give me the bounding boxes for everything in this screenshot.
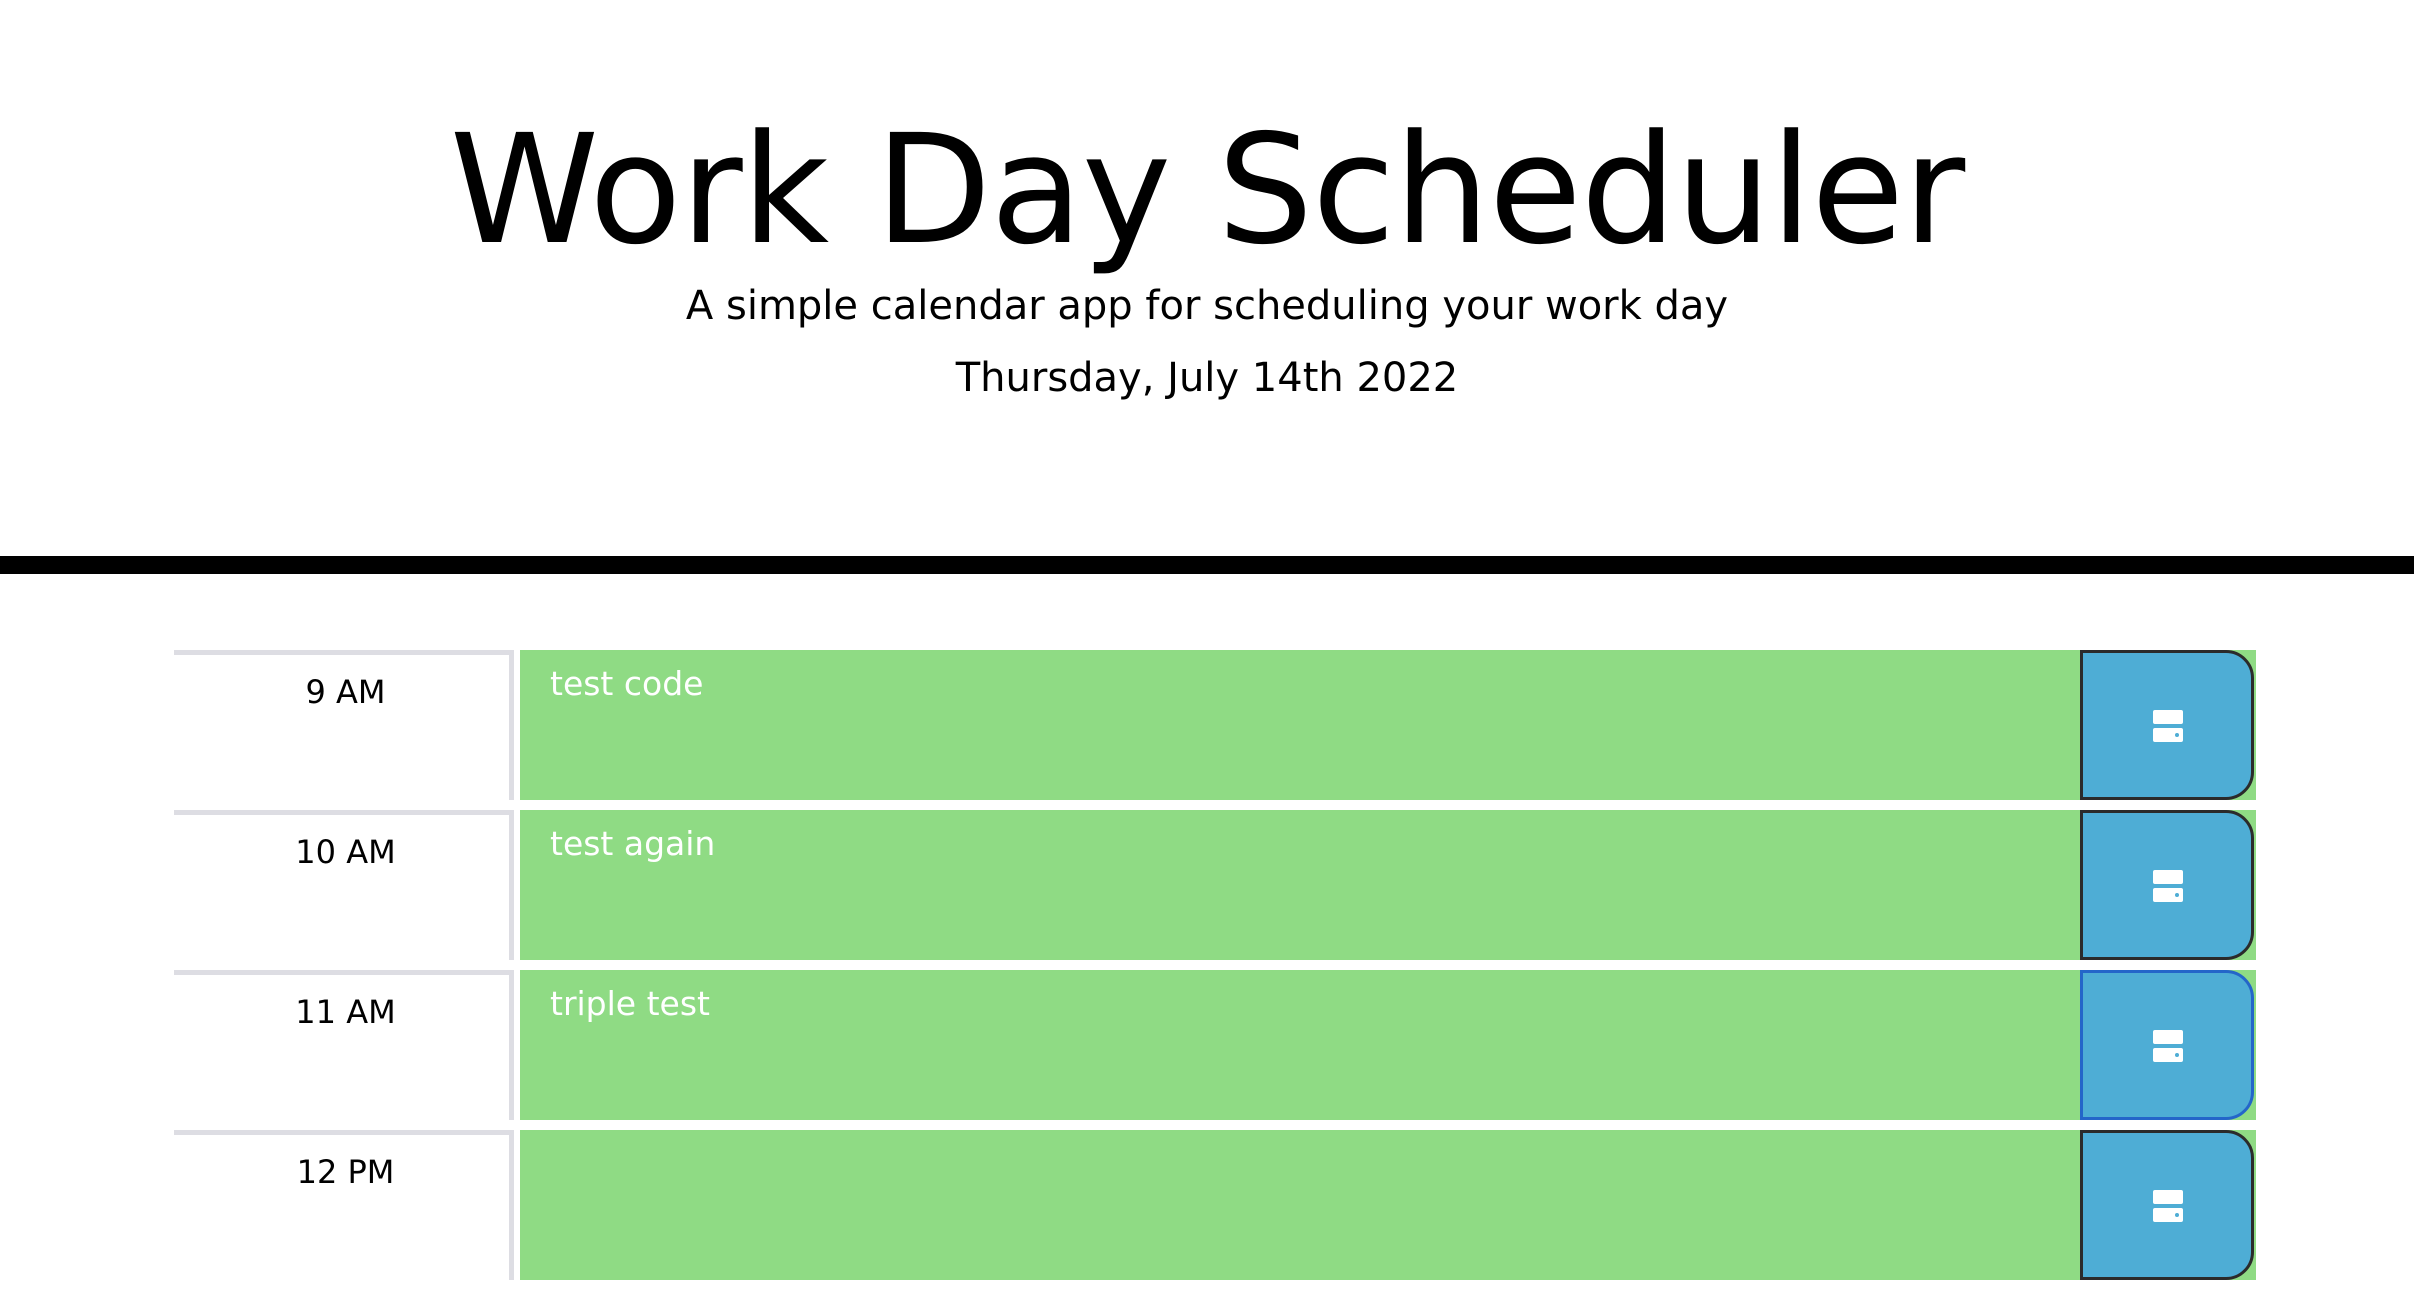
description-textarea[interactable]: test again	[520, 810, 2256, 960]
hour-label: 10 AM	[174, 810, 514, 960]
save-button[interactable]	[2080, 970, 2254, 1120]
hour-label: 12 PM	[174, 1130, 514, 1280]
time-block: 12 PM	[174, 1130, 2256, 1280]
save-icon	[2153, 870, 2183, 902]
page-subtitle: A simple calendar app for scheduling you…	[685, 283, 1729, 329]
hour-text: 12 PM	[296, 1153, 395, 1191]
hour-text: 9 AM	[305, 673, 386, 711]
save-icon	[2153, 1190, 2183, 1222]
save-button[interactable]	[2080, 1130, 2254, 1280]
schedule-container: 9 AM test code 10 AM test again 11 AM tr…	[174, 650, 2256, 1290]
save-button[interactable]	[2080, 810, 2254, 960]
time-block: 11 AM triple test	[174, 970, 2256, 1120]
hour-label: 9 AM	[174, 650, 514, 800]
time-block: 10 AM test again	[174, 810, 2256, 960]
description-textarea[interactable]	[520, 1130, 2256, 1280]
description-textarea[interactable]: triple test	[520, 970, 2256, 1120]
save-icon	[2153, 1030, 2183, 1062]
current-day: Thursday, July 14th 2022	[955, 355, 1459, 401]
time-block: 9 AM test code	[174, 650, 2256, 800]
page-title: Work Day Scheduler	[449, 102, 1966, 278]
save-icon	[2153, 710, 2183, 742]
hour-text: 10 AM	[295, 833, 396, 871]
header: Work Day Scheduler A simple calendar app…	[0, 0, 2414, 574]
save-button[interactable]	[2080, 650, 2254, 800]
hour-text: 11 AM	[295, 993, 396, 1031]
description-textarea[interactable]: test code	[520, 650, 2256, 800]
hour-label: 11 AM	[174, 970, 514, 1120]
